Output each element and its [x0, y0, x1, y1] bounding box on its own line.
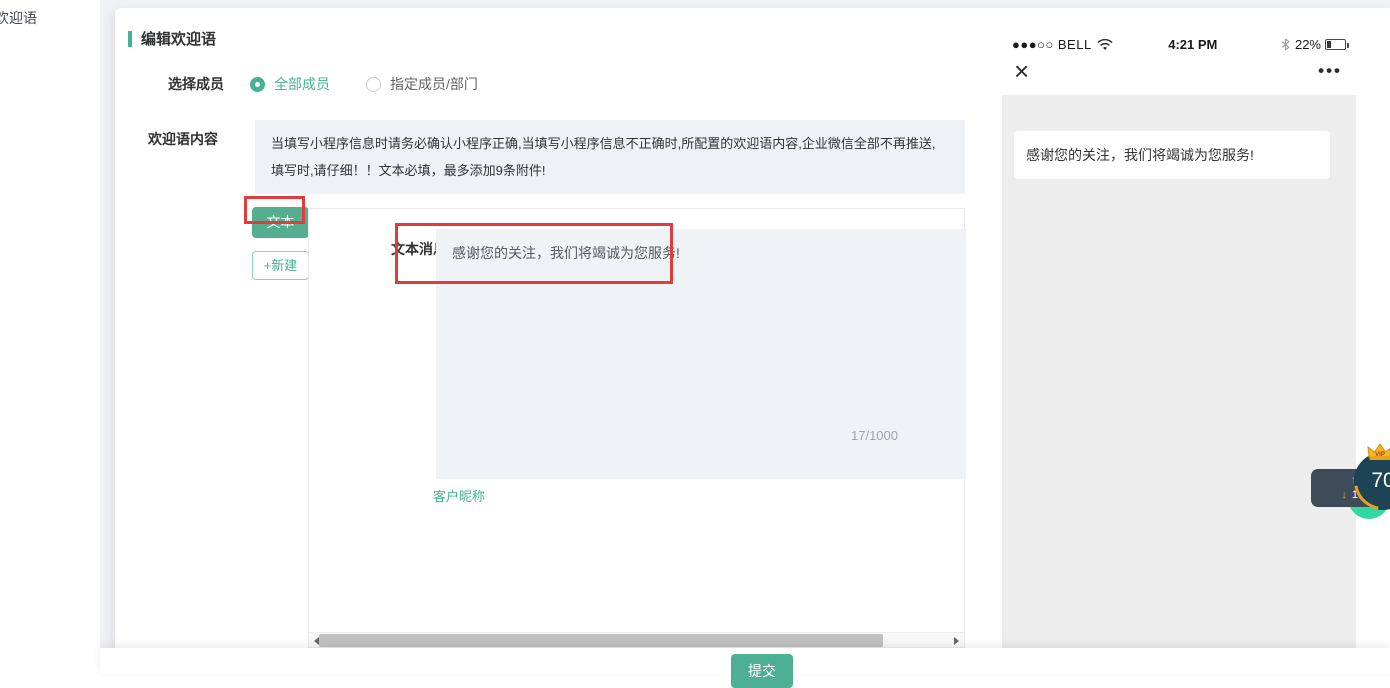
phone-toolbar: × •••: [1002, 54, 1356, 86]
attachment-editor-panel: 文本消息: 感谢您的关注，我们将竭诚为您服务! 17/1000 客户昵称: [308, 208, 965, 648]
add-new-attachment-button[interactable]: +新建: [252, 251, 309, 280]
title-accent-bar: [128, 31, 132, 47]
phone-chat-area: 感谢您的关注，我们将竭诚为您服务!: [1002, 95, 1356, 648]
status-time: 4:21 PM: [1105, 37, 1281, 52]
battery-percent: 22%: [1295, 37, 1321, 52]
member-select-label: 选择成员: [168, 74, 224, 94]
welcome-content-label: 欢迎语内容: [148, 129, 218, 149]
scroll-right-arrow-icon[interactable]: [949, 633, 964, 648]
card-title: 编辑欢迎语: [128, 28, 216, 49]
radio-specific-members-label[interactable]: 指定成员/部门: [390, 74, 478, 94]
char-counter: 17/1000: [851, 425, 898, 447]
notice-box: 当填写小程序信息时请务必确认小程序正确,当填写小程序信息不正确时,所配置的欢迎语…: [255, 120, 965, 194]
message-textarea[interactable]: 感谢您的关注，我们将竭诚为您服务! 17/1000: [436, 229, 966, 479]
battery-icon: [1325, 39, 1346, 50]
status-right-cluster: 22%: [1281, 37, 1346, 52]
welcome-message-bubble: 感谢您的关注，我们将竭诚为您服务!: [1014, 131, 1330, 179]
page-title: 编辑欢迎语: [141, 28, 216, 49]
phone-status-bar: ●●●○○ BELL 4:21 PM 22%: [1002, 28, 1356, 54]
edit-welcome-card: 编辑欢迎语 选择成员 全部成员 指定成员/部门 欢迎语内容 当填写小程序信息时请…: [115, 8, 1390, 648]
radio-all-members-label[interactable]: 全部成员: [274, 74, 330, 94]
text-attachment-tab[interactable]: 文本: [252, 207, 309, 238]
radio-unselected-icon[interactable]: [366, 77, 381, 92]
insert-customer-nickname-link[interactable]: 客户昵称: [433, 486, 485, 505]
submit-button[interactable]: 提交: [731, 654, 793, 688]
message-text: 感谢您的关注，我们将竭诚为您服务!: [452, 245, 680, 261]
score-value: 70: [1357, 455, 1390, 507]
horizontal-scrollbar[interactable]: [309, 632, 964, 647]
download-arrow-icon: ↓: [1341, 488, 1347, 503]
more-menu-icon[interactable]: •••: [1318, 61, 1342, 81]
radio-all-members[interactable]: 全部成员: [250, 74, 330, 94]
vip-crown-icon: VIP: [1367, 443, 1390, 461]
radio-selected-icon[interactable]: [250, 77, 265, 92]
scrollbar-thumb[interactable]: [319, 634, 883, 647]
close-icon[interactable]: ×: [1014, 58, 1029, 84]
phone-preview: ●●●○○ BELL 4:21 PM 22% × ••• 感谢您的关注: [1002, 28, 1356, 648]
svg-text:VIP: VIP: [1375, 452, 1385, 458]
radio-specific-members[interactable]: 指定成员/部门: [366, 74, 478, 94]
breadcrumb: 欢迎语: [0, 8, 37, 28]
carrier-signal-label: ●●●○○ BELL: [1012, 37, 1092, 52]
bluetooth-icon: [1281, 38, 1290, 51]
member-select-row: 选择成员 全部成员 指定成员/部门: [168, 74, 478, 94]
